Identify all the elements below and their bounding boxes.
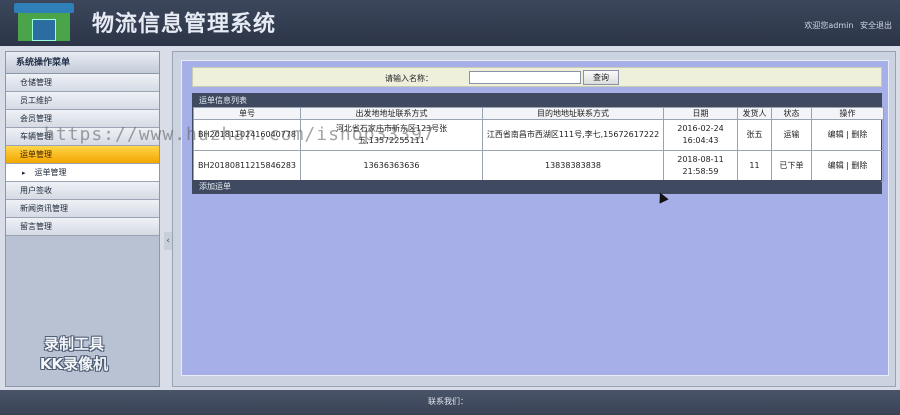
search-input[interactable] [469, 71, 581, 84]
welcome-text: 欢迎您admin [804, 21, 854, 30]
recorder-watermark: 录制工具 KK录像机 [24, 334, 124, 374]
sidebar-item-staff[interactable]: 员工维护 [6, 92, 159, 110]
list-title: 运单信息列表 [193, 94, 881, 107]
table-row: BH20181102416040778 河北省石家庄市新东区123号张五,135… [193, 119, 884, 151]
waybill-id: BH20181102416040778 [193, 119, 301, 151]
logo-icon [10, 3, 80, 43]
column-header: 目的地地址联系方式 [482, 107, 664, 120]
main-content: 请输入名称： 查询 运单信息列表 单号 出发地地址联系方式 目的地地址联系方式 … [172, 51, 896, 387]
edit-link[interactable]: 编辑 [828, 130, 844, 139]
caret-right-icon: ▸ [22, 169, 26, 177]
column-header: 日期 [663, 107, 738, 120]
time-value: 16:04:43 [682, 136, 719, 145]
waybill-date: 2016-02-24 16:04:43 [663, 119, 738, 151]
sidebar-title: 系统操作菜单 [6, 52, 159, 74]
sidebar-item-members[interactable]: 会员管理 [6, 110, 159, 128]
from-address: 13636363636 [300, 150, 483, 182]
footer-contact: 联系我们： [428, 397, 468, 406]
app-footer: 联系我们： [0, 390, 900, 415]
status: 已下单 [771, 150, 812, 182]
time-value: 21:58:59 [682, 167, 719, 176]
recorder-watermark-line1: 录制工具 [43, 335, 104, 353]
column-header: 操作 [811, 107, 884, 120]
date-value: 2018-08-11 [677, 155, 724, 164]
to-address: 江西省南昌市西湖区111号,李七,15672617222 [482, 119, 664, 151]
search-button[interactable]: 查询 [583, 70, 619, 85]
from-address: 河北省石家庄市新东区123号张五,13572255111 [300, 119, 483, 151]
app-title: 物流信息管理系统 [92, 12, 277, 37]
sidebar-item-messages[interactable]: 留言管理 [6, 218, 159, 236]
sidebar-item-warehouse[interactable]: 仓储管理 [6, 74, 159, 92]
logout-link[interactable]: 安全退出 [860, 21, 892, 30]
waybill-date: 2018-08-11 21:58:59 [663, 150, 738, 182]
sidebar-item-waybills[interactable]: 运单管理 [6, 146, 159, 164]
sidebar-subitem-label: 运单管理 [34, 168, 67, 177]
sidebar-subitem-waybill-manage[interactable]: ▸ 运单管理 [6, 164, 159, 182]
column-header: 状态 [771, 107, 812, 120]
sender: 11 [737, 150, 772, 182]
date-value: 2016-02-24 [677, 124, 724, 133]
edit-link[interactable]: 编辑 [828, 161, 844, 170]
column-header: 出发地地址联系方式 [300, 107, 483, 120]
sidebar-item-signoff[interactable]: 用户签收 [6, 182, 159, 200]
search-label: 请输入名称： [385, 74, 433, 83]
sidebar-item-news[interactable]: 新闻资讯管理 [6, 200, 159, 218]
action-separator: | [846, 130, 849, 139]
row-actions: 编辑 | 删除 [811, 150, 884, 182]
search-bar: 请输入名称： 查询 [192, 67, 882, 87]
sender: 张五 [737, 119, 772, 151]
waybill-table: 单号 出发地地址联系方式 目的地地址联系方式 日期 发货人 状态 操作 BH20… [193, 107, 884, 182]
status: 运输 [771, 119, 812, 151]
column-header: 单号 [193, 107, 301, 120]
header-user-area: 欢迎您admin 安全退出 [800, 20, 892, 31]
sidebar-collapse-icon[interactable]: ‹ [164, 232, 172, 250]
add-waybill-link[interactable]: 添加运单 [193, 180, 881, 193]
content-panel: 请输入名称： 查询 运单信息列表 单号 出发地地址联系方式 目的地地址联系方式 … [181, 60, 889, 376]
app-header: 物流信息管理系统 欢迎您admin 安全退出 [0, 0, 900, 46]
action-separator: | [846, 161, 849, 170]
delete-link[interactable]: 删除 [851, 161, 867, 170]
table-header-row: 单号 出发地地址联系方式 目的地地址联系方式 日期 发货人 状态 操作 [193, 107, 884, 120]
recorder-watermark-line2: KK录像机 [39, 355, 109, 373]
waybill-list-panel: 运单信息列表 单号 出发地地址联系方式 目的地地址联系方式 日期 发货人 状态 … [192, 93, 884, 194]
sidebar: 系统操作菜单 仓储管理 员工维护 会员管理 车辆管理 运单管理 ▸ 运单管理 用… [5, 51, 160, 387]
column-header: 发货人 [737, 107, 772, 120]
sidebar-item-vehicles[interactable]: 车辆管理 [6, 128, 159, 146]
row-actions: 编辑 | 删除 [811, 119, 884, 151]
delete-link[interactable]: 删除 [851, 130, 867, 139]
waybill-id: BH20180811215846283 [193, 150, 301, 182]
table-row: BH20180811215846283 13636363636 13838383… [193, 150, 884, 182]
to-address: 13838383838 [482, 150, 664, 182]
